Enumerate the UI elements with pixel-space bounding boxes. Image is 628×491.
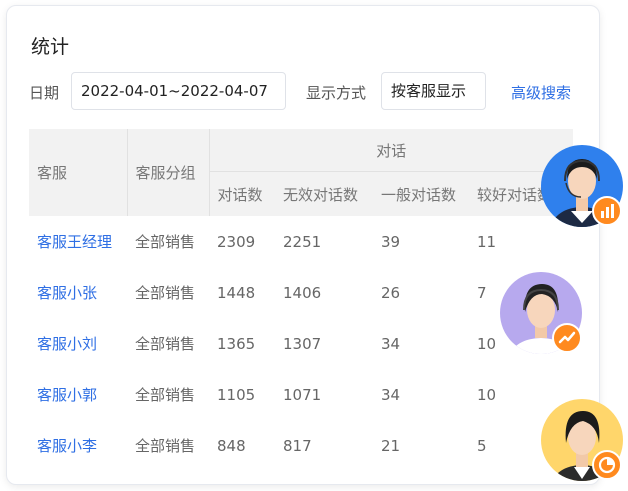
col-conversation-count: 对话数 (209, 171, 275, 216)
pie-chart-icon (592, 450, 622, 480)
invalid-count-cell: 1406 (283, 283, 322, 302)
agent-name-link[interactable]: 客服王经理 (29, 216, 127, 267)
normal-count-cell: 34 (381, 385, 401, 404)
trend-line-icon (552, 323, 582, 353)
col-group: 客服分组 (127, 129, 210, 216)
invalid-count-cell: 817 (283, 436, 312, 455)
advanced-search-link[interactable]: 高级搜索 (511, 82, 571, 103)
bar-chart-icon (592, 196, 622, 226)
table-row: 客服小张 全部销售 1448 1406 26 7 (29, 267, 573, 318)
group-cell: 全部销售 (135, 233, 196, 251)
group-cell: 全部销售 (135, 437, 196, 455)
group-cell: 全部销售 (135, 335, 196, 353)
table-row: 客服小李 全部销售 848 817 21 5 (29, 420, 573, 471)
stats-table: 客服 客服分组 对话 对话数 无效对话数 一般对话数 较好对话数 客服王经理 全… (29, 129, 574, 471)
date-label: 日期 (29, 84, 60, 102)
panel-title: 统计 (31, 36, 70, 58)
display-mode-select[interactable]: 按客服显示 (381, 72, 486, 110)
table-row: 客服小刘 全部销售 1365 1307 34 10 (29, 318, 573, 369)
normal-count-cell: 26 (381, 283, 401, 302)
conversation-count-cell: 1448 (217, 283, 256, 302)
group-cell: 全部销售 (135, 386, 196, 404)
col-conversation: 对话 (209, 129, 574, 172)
agent-name-link[interactable]: 客服小李 (29, 420, 127, 471)
filter-bar: 日期 2022-04-01~2022-04-07 显示方式 按客服显示 高级搜索 (29, 72, 589, 112)
normal-count-cell: 39 (381, 232, 401, 251)
agent-name-link[interactable]: 客服小郭 (29, 369, 127, 420)
group-cell: 全部销售 (135, 284, 196, 302)
invalid-count-cell: 2251 (283, 232, 322, 251)
table-row: 客服王经理 全部销售 2309 2251 39 11 (29, 216, 573, 267)
conversation-count-cell: 1365 (217, 334, 256, 353)
conversation-count-cell: 1105 (217, 385, 256, 404)
invalid-count-cell: 1307 (283, 334, 322, 353)
invalid-count-cell: 1071 (283, 385, 322, 404)
col-invalid-count: 无效对话数 (275, 171, 373, 216)
display-mode-label: 显示方式 (306, 84, 367, 102)
conversation-count-cell: 848 (217, 436, 246, 455)
table-row: 客服小郭 全部销售 1105 1071 34 10 (29, 369, 573, 420)
date-range-input[interactable]: 2022-04-01~2022-04-07 (71, 72, 286, 110)
normal-count-cell: 21 (381, 436, 401, 455)
normal-count-cell: 34 (381, 334, 401, 353)
conversation-count-cell: 2309 (217, 232, 256, 251)
agent-name-link[interactable]: 客服小刘 (29, 318, 127, 369)
statistics-panel: 统计 日期 2022-04-01~2022-04-07 显示方式 按客服显示 高… (6, 5, 600, 485)
good-count-cell: 11 (477, 232, 497, 251)
agent-name-link[interactable]: 客服小张 (29, 267, 127, 318)
col-normal-count: 一般对话数 (373, 171, 469, 216)
col-agent: 客服 (29, 129, 128, 216)
